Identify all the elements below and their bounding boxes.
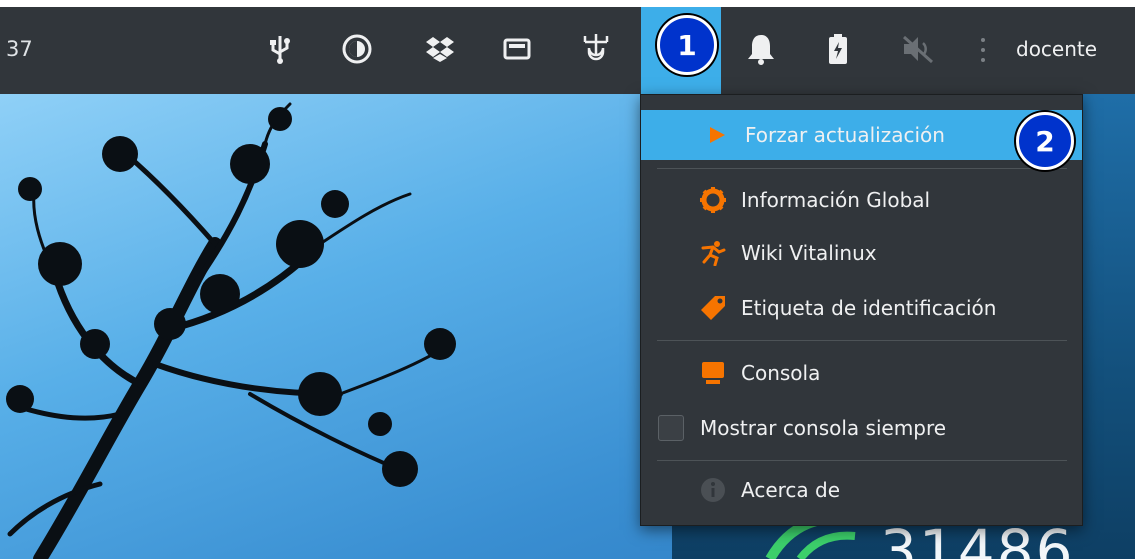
- menu-item-consola[interactable]: Consola: [641, 348, 1082, 398]
- menu-separator: [657, 168, 1067, 169]
- annotation-badge-2: 2: [1016, 112, 1074, 170]
- gear-icon: [699, 186, 727, 214]
- more-icon[interactable]: [978, 33, 988, 71]
- tag-icon: [699, 294, 727, 322]
- screen: 37 docente 31486 Forzar actualización In…: [0, 7, 1135, 559]
- mostrar-consola-checkbox[interactable]: [658, 415, 684, 441]
- terminal-icon: [699, 359, 727, 387]
- menu-item-acerca-de[interactable]: Acerca de: [641, 465, 1082, 515]
- network-port-icon[interactable]: [497, 29, 537, 69]
- menu-item-etiqueta-identificacion[interactable]: Etiqueta de identificación: [641, 283, 1082, 333]
- contrast-icon[interactable]: [337, 29, 377, 69]
- trident-icon[interactable]: [576, 29, 616, 69]
- annotation-badge-1: 1: [657, 15, 717, 75]
- menu-item-wiki-vitalinux[interactable]: Wiki Vitalinux: [641, 228, 1082, 278]
- play-icon: [703, 121, 731, 149]
- vitalinux-menu: Forzar actualización Información Global …: [640, 94, 1083, 526]
- volume-muted-icon[interactable]: [898, 29, 938, 69]
- menu-item-informacion-global[interactable]: Información Global: [641, 175, 1082, 225]
- top-panel: 37 docente: [0, 7, 1135, 94]
- menu-separator: [657, 340, 1067, 341]
- battery-icon[interactable]: [818, 29, 858, 69]
- usb-icon[interactable]: [260, 29, 300, 69]
- info-icon: [699, 476, 727, 504]
- user-name[interactable]: docente: [1016, 37, 1097, 61]
- clock-fragment[interactable]: 37: [6, 37, 33, 61]
- dropbox-icon[interactable]: [420, 29, 460, 69]
- menu-item-mostrar-consola[interactable]: Mostrar consola siempre: [641, 403, 1082, 453]
- menu-separator: [657, 460, 1067, 461]
- tree-silhouette-image: [6, 102, 456, 559]
- bell-icon[interactable]: [741, 29, 781, 69]
- runner-icon: [699, 239, 727, 267]
